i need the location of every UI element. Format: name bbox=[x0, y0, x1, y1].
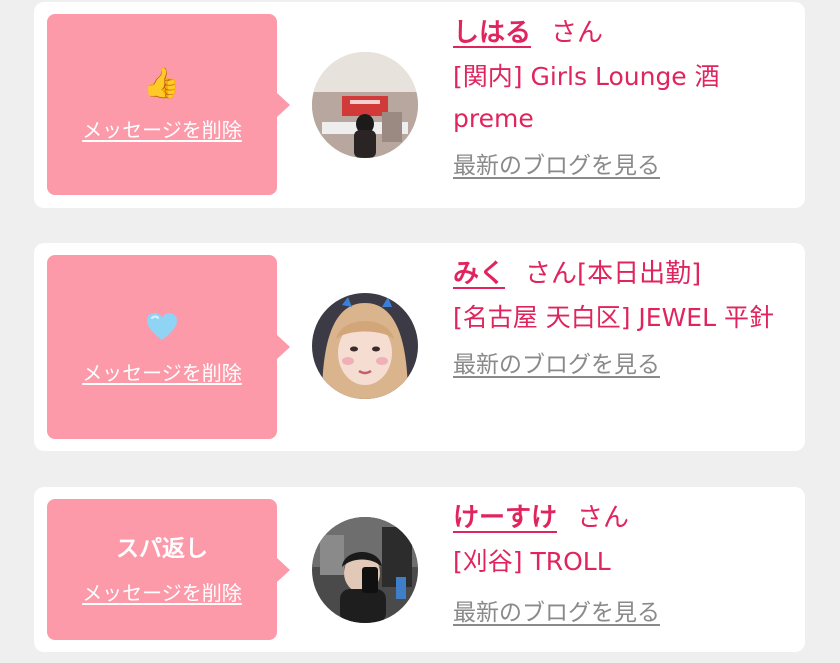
delete-message-link[interactable]: メッセージを削除 bbox=[82, 357, 242, 386]
avatar[interactable] bbox=[312, 517, 418, 623]
honorific: さん bbox=[525, 259, 578, 289]
shop-name: [刈谷] TROLL bbox=[453, 547, 611, 576]
message-info: しはる さん [関内] Girls Lounge 酒preme 最新のブログを見る bbox=[453, 14, 793, 182]
reaction-text: スパ返し bbox=[116, 536, 208, 562]
sender-name-link[interactable]: しはる bbox=[453, 18, 531, 48]
message-card: メッセージを削除 みくさん[本日出勤] [名古屋 天白区] JEWEL 平針 bbox=[34, 243, 805, 451]
thumbs-up-icon: 👍 bbox=[143, 66, 181, 101]
message-card: 👍 メッセージを削除 しはる さん [関内] Girls Lounge 酒prem… bbox=[34, 2, 805, 208]
message-info: けーすけ さん [刈谷] TROLL 最新のブログを見る bbox=[453, 499, 793, 629]
sender-name-link[interactable]: みく bbox=[453, 259, 505, 289]
light-blue-heart-icon bbox=[146, 309, 178, 345]
latest-blog-link[interactable]: 最新のブログを見る bbox=[453, 150, 660, 182]
message-card: スパ返し メッセージを削除 けーすけ さん [刈谷] TROLL 最新のブログを見… bbox=[34, 487, 805, 652]
message-bubble: メッセージを削除 bbox=[47, 255, 290, 439]
avatar[interactable] bbox=[312, 293, 418, 399]
message-bubble: スパ返し メッセージを削除 bbox=[47, 499, 290, 640]
delete-message-link[interactable]: メッセージを削除 bbox=[82, 577, 242, 606]
honorific: さん bbox=[551, 18, 604, 48]
message-bubble: 👍 メッセージを削除 bbox=[47, 14, 290, 195]
latest-blog-link[interactable]: 最新のブログを見る bbox=[453, 349, 660, 381]
message-info: みく さん[本日出勤] [名古屋 天白区] JEWEL 平針 最新のブログを見る bbox=[453, 255, 793, 381]
honorific: さん bbox=[577, 503, 630, 533]
sender-name-link[interactable]: けーすけ bbox=[453, 503, 557, 533]
sender-line: しはる さん bbox=[453, 14, 793, 52]
avatar[interactable] bbox=[312, 52, 418, 158]
status-badge: [本日出勤] bbox=[577, 259, 702, 289]
shop-name: [関内] Girls Lounge 酒preme bbox=[453, 62, 720, 133]
delete-message-link[interactable]: メッセージを削除 bbox=[82, 114, 242, 143]
latest-blog-link[interactable]: 最新のブログを見る bbox=[453, 597, 660, 629]
message-list: 👍 メッセージを削除 しはる さん [関内] Girls Lounge 酒prem… bbox=[0, 0, 840, 663]
sender-line: けーすけ さん bbox=[453, 499, 793, 537]
shop-name: [名古屋 天白区] JEWEL 平針 bbox=[453, 303, 774, 332]
sender-line: みく さん[本日出勤] bbox=[453, 255, 793, 293]
